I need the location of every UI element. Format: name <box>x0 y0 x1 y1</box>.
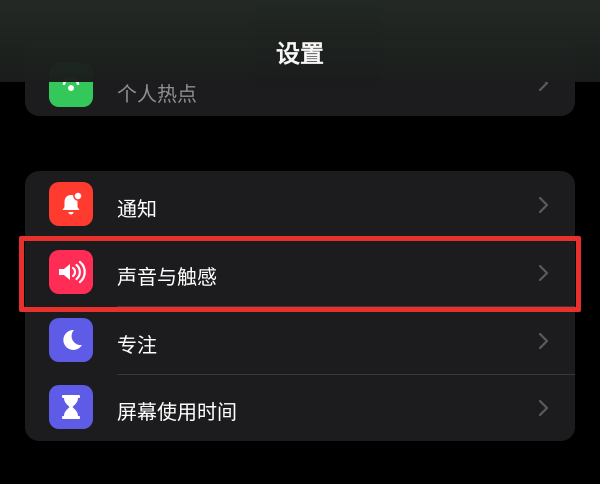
settings-row-label: 声音与触感 <box>117 265 217 289</box>
settings-row-label: 专注 <box>117 333 157 357</box>
settings-row-notifications[interactable]: 通知 <box>25 171 575 238</box>
bell-badge-icon <box>49 182 93 226</box>
moon-icon <box>49 318 93 362</box>
settings-row-label: 个人热点 <box>117 82 197 106</box>
speaker-icon <box>49 250 93 294</box>
navigation-bar: 设置 <box>0 0 600 82</box>
settings-row-sounds-haptics[interactable]: 声音与触感 <box>25 239 575 306</box>
settings-row-focus[interactable]: 专注 <box>25 307 575 374</box>
chevron-right-icon <box>538 332 549 350</box>
settings-row-label: 通知 <box>117 197 157 221</box>
settings-row-label: 屏幕使用时间 <box>117 400 237 424</box>
page-title: 设置 <box>276 40 324 68</box>
hourglass-icon <box>49 385 93 429</box>
chevron-right-icon <box>538 196 549 214</box>
chevron-right-icon <box>538 399 549 417</box>
chevron-right-icon <box>538 264 549 282</box>
settings-row-screen-time[interactable]: 屏幕使用时间 <box>25 374 575 441</box>
settings-group-notifications: 通知 声音与触感 专注 屏幕使用时间 <box>25 171 575 441</box>
